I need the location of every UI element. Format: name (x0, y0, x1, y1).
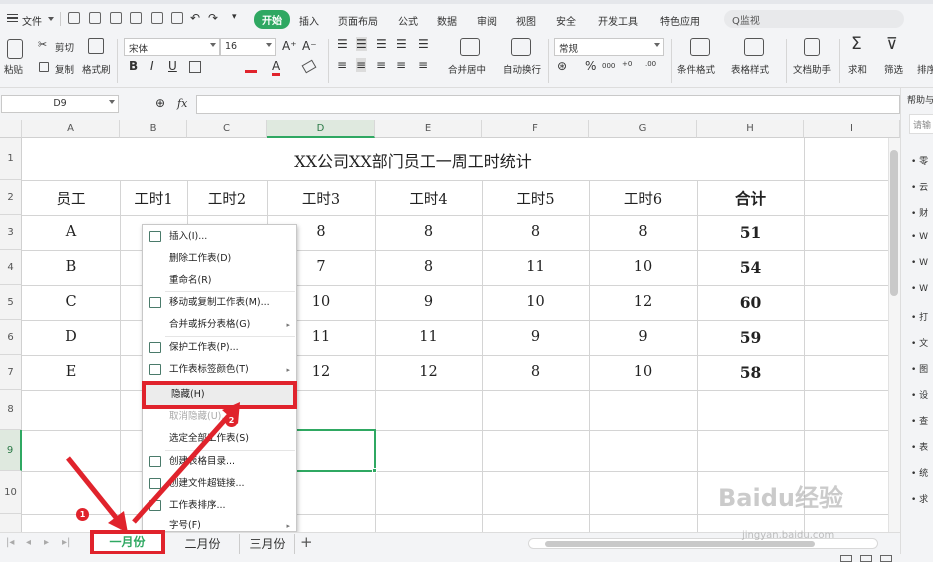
step-badge-1: 1 (76, 508, 89, 521)
step-badge-2: 2 (225, 414, 238, 427)
baidu-watermark-url: jingyan.baidu.com (742, 530, 835, 541)
baidu-watermark-logo: Baidu经验 (718, 484, 843, 512)
annotation-arrow-2 (132, 410, 234, 524)
